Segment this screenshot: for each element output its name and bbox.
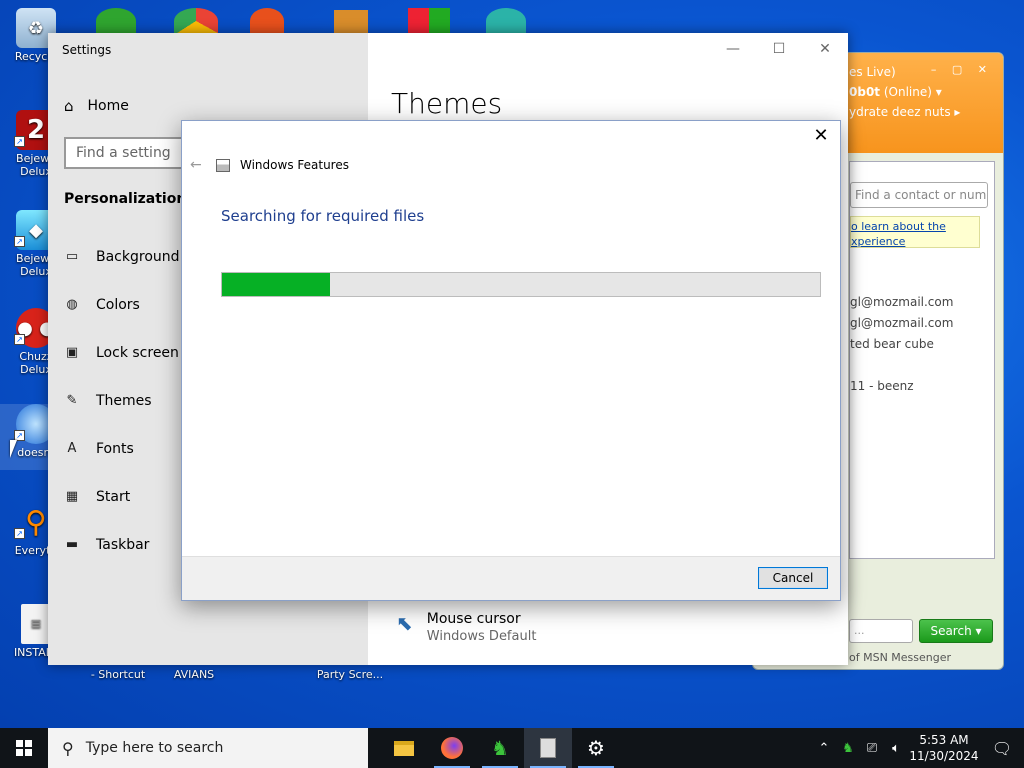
start-icon: ▦ — [65, 489, 79, 504]
nav-themes[interactable]: ✎ Themes — [64, 393, 152, 409]
home-label: Home — [87, 98, 129, 114]
start-button[interactable] — [0, 728, 48, 768]
nav-fonts[interactable]: A Fonts — [64, 441, 134, 457]
contact-item[interactable]: 11 - beenz — [850, 376, 994, 397]
nav-lock-screen[interactable]: ▣ Lock screen — [64, 345, 179, 361]
shortcut-label: - Shortcut — [90, 668, 146, 681]
game-desktop-icon[interactable] — [334, 10, 368, 34]
close-icon[interactable]: ✕ — [802, 33, 848, 65]
volume-icon[interactable]: 🔈︎ — [884, 741, 908, 756]
nav-background[interactable]: ▭ Background — [64, 249, 180, 265]
contact-item[interactable]: ted bear cube — [850, 334, 994, 355]
character-desktop-icon[interactable] — [486, 8, 526, 34]
window-title: Settings — [62, 43, 112, 57]
section-title: Personalization — [64, 191, 187, 207]
party-screen-label: Party Scre... — [316, 668, 384, 681]
nav-taskbar[interactable]: ▬ Taskbar — [64, 537, 150, 553]
system-tray: ⌃ ♞ ⎚ 🔈︎ 5:53 AM 11/30/2024 🗨︎ — [812, 728, 1024, 768]
nav-start[interactable]: ▦ Start — [64, 489, 130, 505]
palette-icon: ◍ — [66, 297, 78, 312]
avians-label: AVIANS — [173, 668, 215, 681]
mouse-pointer-icon — [10, 440, 17, 458]
window-controls: — ☐ ✕ — [710, 33, 848, 65]
mouse-cursor-icon: ⬉ — [396, 611, 413, 635]
taskbar-icon: ▬ — [65, 537, 79, 552]
clock[interactable]: 5:53 AM 11/30/2024 — [908, 732, 980, 764]
msn-ad-link[interactable]: o learn about the xperience — [850, 216, 980, 248]
windows-logo-icon — [16, 740, 32, 756]
background-icon: ▭ — [65, 249, 79, 264]
progress-fill — [222, 273, 330, 296]
chrome-desktop-icon[interactable] — [174, 8, 218, 34]
msn-search-input[interactable]: ... — [849, 619, 913, 643]
chevron-up-icon[interactable]: ⌃ — [812, 741, 836, 756]
status-message: Searching for required files — [221, 207, 425, 225]
dialog-title: Windows Features — [240, 158, 349, 172]
back-arrow-icon[interactable]: ← — [190, 157, 206, 173]
lock-screen-icon: ▣ — [65, 345, 79, 360]
fonts-icon: A — [67, 441, 77, 456]
windows-features-dialog[interactable]: ✕ ← Windows Features Searching for requi… — [181, 120, 841, 601]
taskbar: ⚲ Type here to search ♞ ⚙ ⌃ ♞ ⎚ 🔈︎ 5:53 … — [0, 728, 1024, 768]
clock-time: 5:53 AM — [919, 733, 969, 747]
contact-item[interactable] — [850, 355, 994, 376]
contact-item[interactable]: gl@mozmail.com — [850, 313, 994, 334]
msn-footer: of MSN Messenger — [849, 651, 952, 664]
settings-taskbar-icon[interactable]: ⚙ — [572, 728, 620, 768]
msn-tray-icon[interactable]: ♞ — [836, 741, 860, 756]
mouse-cursor-value: Windows Default — [426, 629, 537, 644]
windows-features-icon — [216, 158, 230, 172]
msn-personal-message[interactable]: ydrate deez nuts ▸ — [849, 105, 1003, 119]
msn-user-name[interactable]: 0b0t (Online) ▾ — [849, 85, 1003, 99]
progress-bar — [221, 272, 821, 297]
home-icon: ⌂ — [64, 97, 74, 115]
taskbar-search-box[interactable]: ⚲ Type here to search — [48, 728, 368, 768]
clock-date: 11/30/2024 — [909, 749, 979, 763]
maximize-icon[interactable]: ☐ — [756, 33, 802, 65]
dialog-footer: Cancel — [182, 556, 840, 600]
contact-item[interactable]: gl@mozmail.com — [850, 292, 994, 313]
close-icon[interactable]: ✕ — [810, 125, 832, 147]
firefox-taskbar-icon[interactable] — [428, 728, 476, 768]
msn-window-controls[interactable]: – ▢ ✕ — [931, 63, 993, 76]
search-icon: ⚲ — [62, 738, 74, 758]
msn-search-button[interactable]: Search ▾ — [919, 619, 993, 643]
msn-taskbar-icon[interactable]: ♞ — [476, 728, 524, 768]
file-explorer-taskbar-icon[interactable] — [380, 728, 428, 768]
mouse-cursor-title: Mouse cursor — [426, 611, 521, 627]
msn-desktop-icon[interactable] — [96, 8, 136, 34]
page-title: Themes — [391, 87, 503, 120]
nav-colors[interactable]: ◍ Colors — [64, 297, 140, 313]
search-placeholder: Type here to search — [85, 740, 224, 756]
network-icon[interactable]: ⎚ — [860, 741, 884, 756]
msn-find-contact-input[interactable]: Find a contact or numbe — [850, 182, 988, 208]
msn-contact-panel: Find a contact or numbe o learn about th… — [849, 161, 995, 559]
mouse-cursor-setting[interactable]: ⬉ Mouse cursor Windows Default — [396, 611, 536, 644]
minimize-icon[interactable]: — — [710, 33, 756, 65]
windows-features-taskbar-icon[interactable] — [524, 728, 572, 768]
office-desktop-icon[interactable] — [408, 8, 450, 34]
notification-icon[interactable]: 🗨︎ — [980, 739, 1024, 758]
app-desktop-icon[interactable] — [250, 8, 284, 34]
themes-icon: ✎ — [66, 393, 78, 408]
cancel-button[interactable]: Cancel — [758, 567, 828, 589]
nav-home[interactable]: ⌂ Home — [64, 97, 129, 115]
